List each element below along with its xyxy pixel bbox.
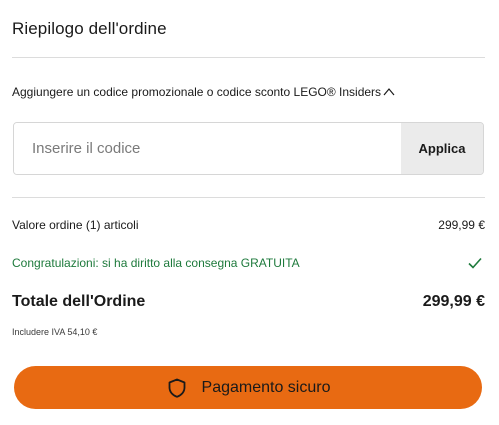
order-value-label: Valore ordine (1) articoli <box>12 218 139 232</box>
order-total-row: Totale dell'Ordine 299,99 € <box>12 293 485 311</box>
free-delivery-row: Congratulazioni: si ha diritto alla cons… <box>12 255 485 271</box>
order-summary-title: Riepilogo dell'ordine <box>12 19 167 38</box>
apply-code-button[interactable]: Applica <box>401 123 483 174</box>
free-delivery-message: Congratulazioni: si ha diritto alla cons… <box>12 256 300 270</box>
order-value-row: Valore ordine (1) articoli 299,99 € <box>12 218 485 232</box>
secure-payment-button[interactable]: Pagamento sicuro <box>14 366 482 409</box>
chevron-up-icon <box>383 88 395 96</box>
check-icon <box>468 257 482 269</box>
divider <box>12 197 485 198</box>
divider <box>12 57 485 58</box>
order-total-label: Totale dell'Ordine <box>12 293 146 310</box>
promo-code-input[interactable] <box>14 123 401 174</box>
promo-code-form: Applica <box>13 122 484 175</box>
order-value-amount: 299,99 € <box>438 218 485 232</box>
shield-icon <box>168 378 185 398</box>
promo-code-toggle[interactable]: Aggiungere un codice promozionale o codi… <box>12 84 485 100</box>
promo-code-toggle-label: Aggiungere un codice promozionale o codi… <box>12 85 382 99</box>
secure-payment-label: Pagamento sicuro <box>201 378 331 396</box>
order-total-amount: 299,99 € <box>422 293 485 310</box>
vat-note: Includere IVA 54,10 € <box>12 327 98 337</box>
